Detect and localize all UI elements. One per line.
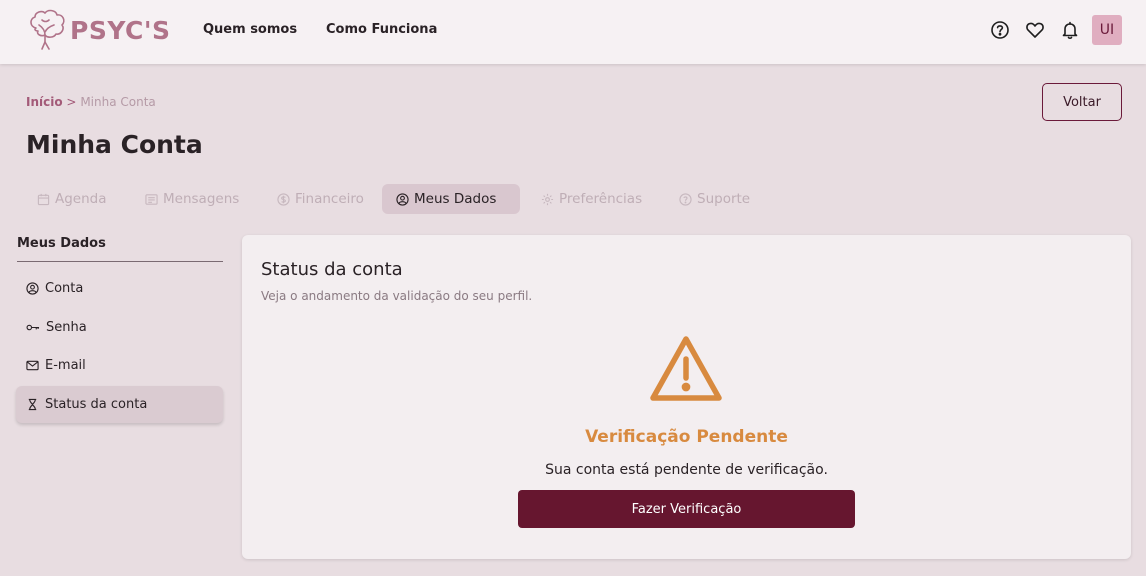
tab-label: Financeiro [295, 191, 364, 207]
status-card: Status da conta Veja o andamento da vali… [242, 235, 1131, 559]
breadcrumb-home[interactable]: Início [26, 95, 63, 109]
tab-label: Meus Dados [414, 191, 497, 207]
tab-mensagens[interactable]: Mensagens [131, 184, 253, 214]
status-title: Verificação Pendente [585, 427, 788, 447]
sidebar-item-email[interactable]: E-mail [16, 347, 223, 384]
user-circle-icon [396, 192, 409, 206]
logo[interactable]: PSYC'S [26, 8, 171, 52]
bell-icon[interactable] [1059, 19, 1081, 41]
back-button[interactable]: Voltar [1042, 83, 1122, 121]
sidebar-item-senha[interactable]: Senha [16, 309, 223, 346]
tab-suporte[interactable]: Suporte [665, 184, 764, 214]
card-title: Status da conta [261, 259, 403, 280]
help-icon [679, 192, 692, 206]
calendar-icon [37, 193, 50, 205]
sidebar-title: Meus Dados [17, 236, 106, 251]
sidebar-item-label: Senha [46, 320, 87, 335]
dollar-icon [277, 192, 290, 206]
user-circle-icon [26, 282, 39, 295]
breadcrumb-separator: > [66, 95, 77, 109]
sidebar-divider [17, 261, 223, 262]
help-icon[interactable] [989, 19, 1011, 41]
tab-label: Mensagens [163, 191, 240, 207]
tab-financeiro[interactable]: Financeiro [263, 184, 378, 214]
sidebar-item-conta[interactable]: Conta [16, 270, 223, 307]
verify-button[interactable]: Fazer Verificação [518, 490, 855, 528]
status-text: Sua conta está pendente de verificação. [545, 462, 828, 478]
tab-label: Preferências [559, 191, 643, 207]
nav-quem-somos[interactable]: Quem somos [203, 22, 297, 37]
page-title: Minha Conta [26, 130, 203, 159]
gear-icon [541, 193, 554, 205]
top-navbar: PSYC'S Quem somos Como Funciona UI [0, 0, 1146, 64]
logo-text: PSYC'S [70, 15, 171, 45]
key-icon [26, 324, 40, 331]
tab-label: Agenda [55, 191, 107, 207]
tab-label: Suporte [697, 191, 751, 207]
sidebar-item-label: Conta [45, 281, 84, 296]
hourglass-icon [28, 398, 37, 411]
tab-preferencias[interactable]: Preferências [527, 184, 656, 214]
nav-como-funciona[interactable]: Como Funciona [326, 22, 437, 37]
tab-meus-dados[interactable]: Meus Dados [382, 184, 520, 214]
warning-icon [650, 336, 722, 401]
breadcrumb: Início > Minha Conta [26, 95, 156, 109]
card-subtitle: Veja o andamento da validação do seu per… [261, 289, 533, 303]
tab-agenda[interactable]: Agenda [23, 184, 121, 214]
brain-tree-icon [30, 9, 65, 50]
mail-icon [26, 360, 39, 371]
breadcrumb-current: Minha Conta [80, 95, 156, 109]
sidebar-item-label: E-mail [45, 358, 86, 373]
avatar[interactable]: UI [1092, 15, 1122, 45]
message-icon [145, 193, 158, 205]
sidebar-item-status-da-conta[interactable]: Status da conta [16, 386, 223, 423]
sidebar-item-label: Status da conta [45, 397, 148, 412]
heart-icon[interactable] [1024, 19, 1046, 41]
